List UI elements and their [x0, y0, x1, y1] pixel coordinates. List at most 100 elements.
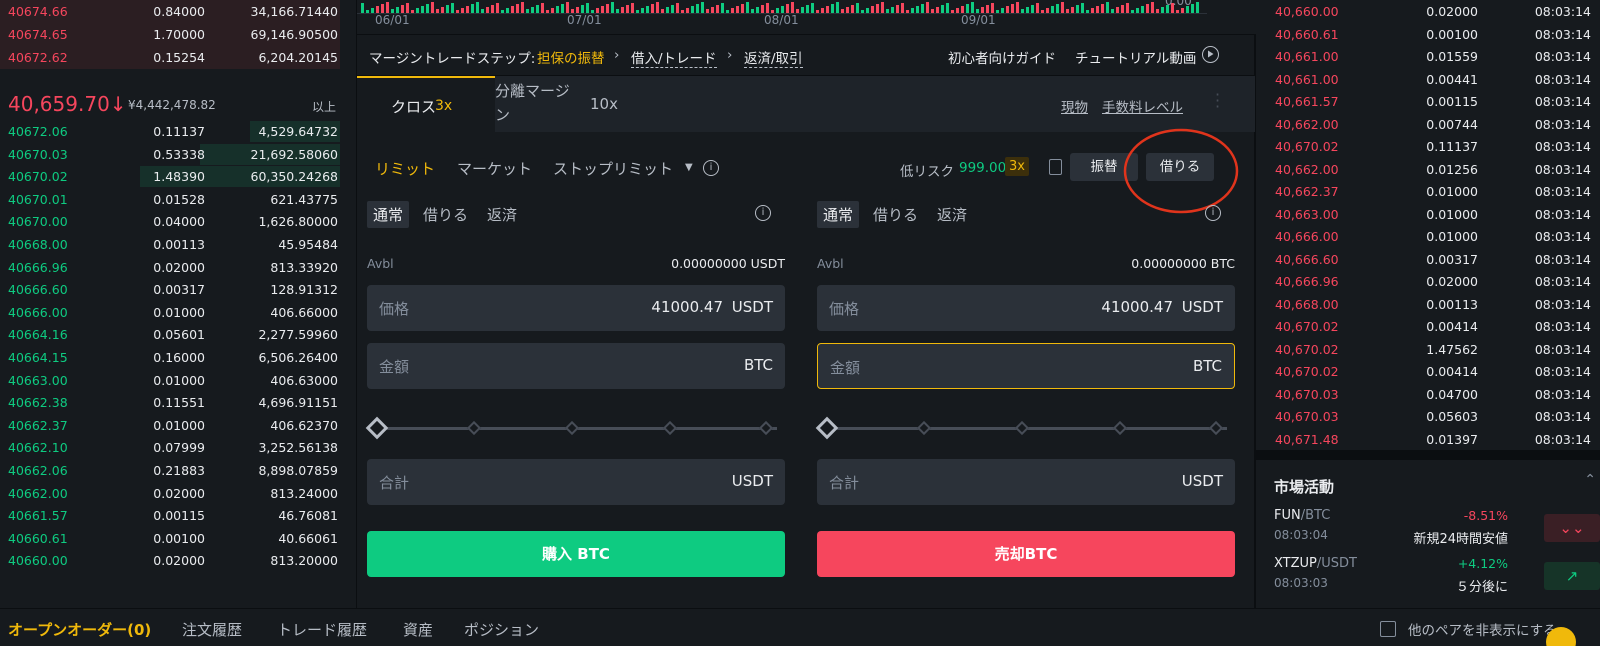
slider-step[interactable]	[916, 420, 932, 436]
bid-row[interactable]: 40668.00 0.00113 45.95484	[0, 233, 340, 256]
bid-row[interactable]: 40660.00 0.02000 813.20000	[0, 549, 340, 572]
ask-total: 34,166.71440	[250, 4, 338, 19]
candle	[416, 8, 419, 13]
fee-level-link[interactable]: 手数料レベル	[1102, 96, 1183, 116]
sell-total-field[interactable]: 合計 USDT	[817, 459, 1235, 505]
sell-amount-field[interactable]: 金額 BTC	[817, 343, 1235, 389]
bid-row[interactable]: 40670.00 0.04000 1,626.80000	[0, 210, 340, 233]
sell-btc-button[interactable]: 売却BTC	[817, 531, 1235, 577]
bid-row[interactable]: 40670.01 0.01528 621.43775	[0, 188, 340, 211]
buy-tab-borrow[interactable]: 借りる	[423, 204, 468, 225]
beginner-guide-link[interactable]: 初心者向けガイド	[948, 47, 1056, 67]
step-repay-link[interactable]: 返済/取引	[744, 47, 803, 68]
buy-tab-normal[interactable]: 通常	[367, 201, 410, 228]
candle	[691, 6, 694, 13]
sell-tab-normal[interactable]: 通常	[817, 201, 860, 228]
step-borrow-link[interactable]: 借入/トレード	[631, 47, 717, 68]
collapse-icon[interactable]: ⌃	[1584, 472, 1596, 488]
slider-step[interactable]	[1014, 420, 1030, 436]
bid-row[interactable]: 40662.00 0.02000 813.24000	[0, 482, 340, 505]
bid-row[interactable]: 40672.06 0.11137 4,529.64732	[0, 120, 340, 143]
slider-step[interactable]	[662, 420, 678, 436]
chart-strip: 06/01 07/01 08/01 09/01 0.00	[357, 0, 1256, 34]
market-item[interactable]: FUN/BTC 08:03:04 -8.51% 新規24時間安値 ⌄⌄	[1256, 508, 1600, 552]
tab-isolated[interactable]: 分離マージ ン 10x 現物 手数料レベル · · ·	[495, 76, 1255, 132]
candle	[526, 9, 529, 13]
candle	[846, 7, 849, 13]
slider-step[interactable]	[1208, 420, 1224, 436]
caret-down-icon[interactable]: ▼	[685, 162, 693, 173]
bid-row[interactable]: 40670.02 1.48390 60,350.24268	[0, 165, 340, 188]
candle	[1196, 2, 1199, 13]
risk-label: 低リスク	[900, 164, 954, 180]
tab-open-orders[interactable]: オープンオーダー(0)	[8, 619, 151, 640]
bid-price: 40663.00	[8, 372, 68, 388]
buy-total-field[interactable]: 合計 USDT	[367, 459, 785, 505]
info-icon[interactable]: i	[703, 160, 719, 176]
bid-row[interactable]: 40662.38 0.11551 4,696.91151	[0, 391, 340, 414]
buy-amount-field[interactable]: 金額 BTC	[367, 343, 785, 389]
market-item[interactable]: XTZUP/USDT 08:03:03 +4.12% ５分後に ↗	[1256, 556, 1600, 600]
bid-row[interactable]: 40663.00 0.01000 406.63000	[0, 369, 340, 392]
info-icon[interactable]: i	[755, 205, 771, 221]
tab-assets[interactable]: 資産	[403, 619, 433, 640]
tutorial-video-link[interactable]: チュートリアル動画	[1075, 47, 1196, 67]
ask-row[interactable]: 40674.66 0.84000 34,166.71440	[0, 0, 340, 23]
buy-btc-button[interactable]: 購入 BTC	[367, 531, 785, 577]
arrow-down-icon: ↓	[109, 92, 127, 116]
bid-price: 40664.15	[8, 350, 68, 365]
buy-amount-slider[interactable]	[365, 416, 777, 440]
bid-row[interactable]: 40666.60 0.00317 128.91312	[0, 278, 340, 301]
tab-cross[interactable]: クロス 3x	[357, 76, 495, 132]
order-type-stop-limit[interactable]: ストップリミット	[553, 158, 673, 179]
info-icon[interactable]: i	[1205, 205, 1221, 221]
bid-row[interactable]: 40662.10 0.07999 3,252.56138	[0, 436, 340, 459]
support-icon[interactable]	[1546, 627, 1576, 646]
tab-order-history[interactable]: 注文履歴	[182, 619, 242, 640]
bid-row[interactable]: 40662.06 0.21883 8,898.07859	[0, 459, 340, 482]
candle	[1121, 5, 1124, 13]
slider-handle[interactable]	[365, 416, 389, 440]
sell-price-field[interactable]: 価格 41000.47 USDT	[817, 285, 1235, 331]
bid-row[interactable]: 40660.61 0.00100 40.66061	[0, 527, 340, 550]
slider-step[interactable]	[1112, 420, 1128, 436]
buy-tab-repay[interactable]: 返済	[487, 204, 517, 225]
sell-tab-repay[interactable]: 返済	[937, 204, 967, 225]
slider-step[interactable]	[758, 420, 774, 436]
bid-row[interactable]: 40670.03 0.53338 21,692.58060	[0, 143, 340, 166]
ask-row[interactable]: 40674.65 1.70000 69,146.90500	[0, 23, 340, 46]
more-link[interactable]: 以上	[312, 98, 336, 115]
buy-price-field[interactable]: 価格 41000.47 USDT	[367, 285, 785, 331]
hide-pairs-checkbox[interactable]	[1380, 621, 1396, 637]
bid-row[interactable]: 40664.15 0.16000 6,506.26400	[0, 346, 340, 369]
calculator-icon[interactable]	[1049, 159, 1062, 175]
step-transfer-link[interactable]: 担保の振替	[537, 47, 605, 67]
candle	[666, 7, 669, 13]
play-icon[interactable]	[1202, 46, 1219, 63]
bid-row[interactable]: 40662.37 0.01000 406.62370	[0, 414, 340, 437]
bid-total: 8,898.07859	[258, 463, 338, 478]
trade-time: 08:03:14	[1534, 296, 1591, 312]
tab-trade-history[interactable]: トレード履歴	[277, 619, 367, 640]
bid-row[interactable]: 40661.57 0.00115 46.76081	[0, 504, 340, 527]
candle	[536, 5, 539, 13]
tab-positions[interactable]: ポジション	[464, 619, 539, 640]
slider-step[interactable]	[564, 420, 580, 436]
trade-row: 40,670.02 0.00414 08:03:14	[1256, 360, 1600, 383]
bid-row[interactable]: 40664.16 0.05601 2,277.59960	[0, 323, 340, 346]
trade-qty: 0.01000	[1426, 206, 1478, 222]
sell-tab-borrow[interactable]: 借りる	[873, 204, 918, 225]
chart-candles	[357, 2, 1207, 14]
slider-handle[interactable]	[815, 416, 839, 440]
spot-link[interactable]: 現物	[1061, 96, 1088, 116]
candle	[751, 9, 754, 13]
bid-row[interactable]: 40666.00 0.01000 406.66000	[0, 301, 340, 324]
chevron-right-icon: ›	[614, 47, 620, 63]
order-type-market[interactable]: マーケット	[457, 158, 532, 179]
sell-amount-slider[interactable]	[815, 416, 1227, 440]
slider-step[interactable]	[466, 420, 482, 436]
ask-row[interactable]: 40672.62 0.15254 6,204.20145	[0, 46, 340, 69]
order-type-limit[interactable]: リミット	[375, 158, 435, 179]
bid-row[interactable]: 40666.96 0.02000 813.33920	[0, 256, 340, 279]
more-vertical-icon[interactable]: · · ·	[1215, 87, 1220, 115]
